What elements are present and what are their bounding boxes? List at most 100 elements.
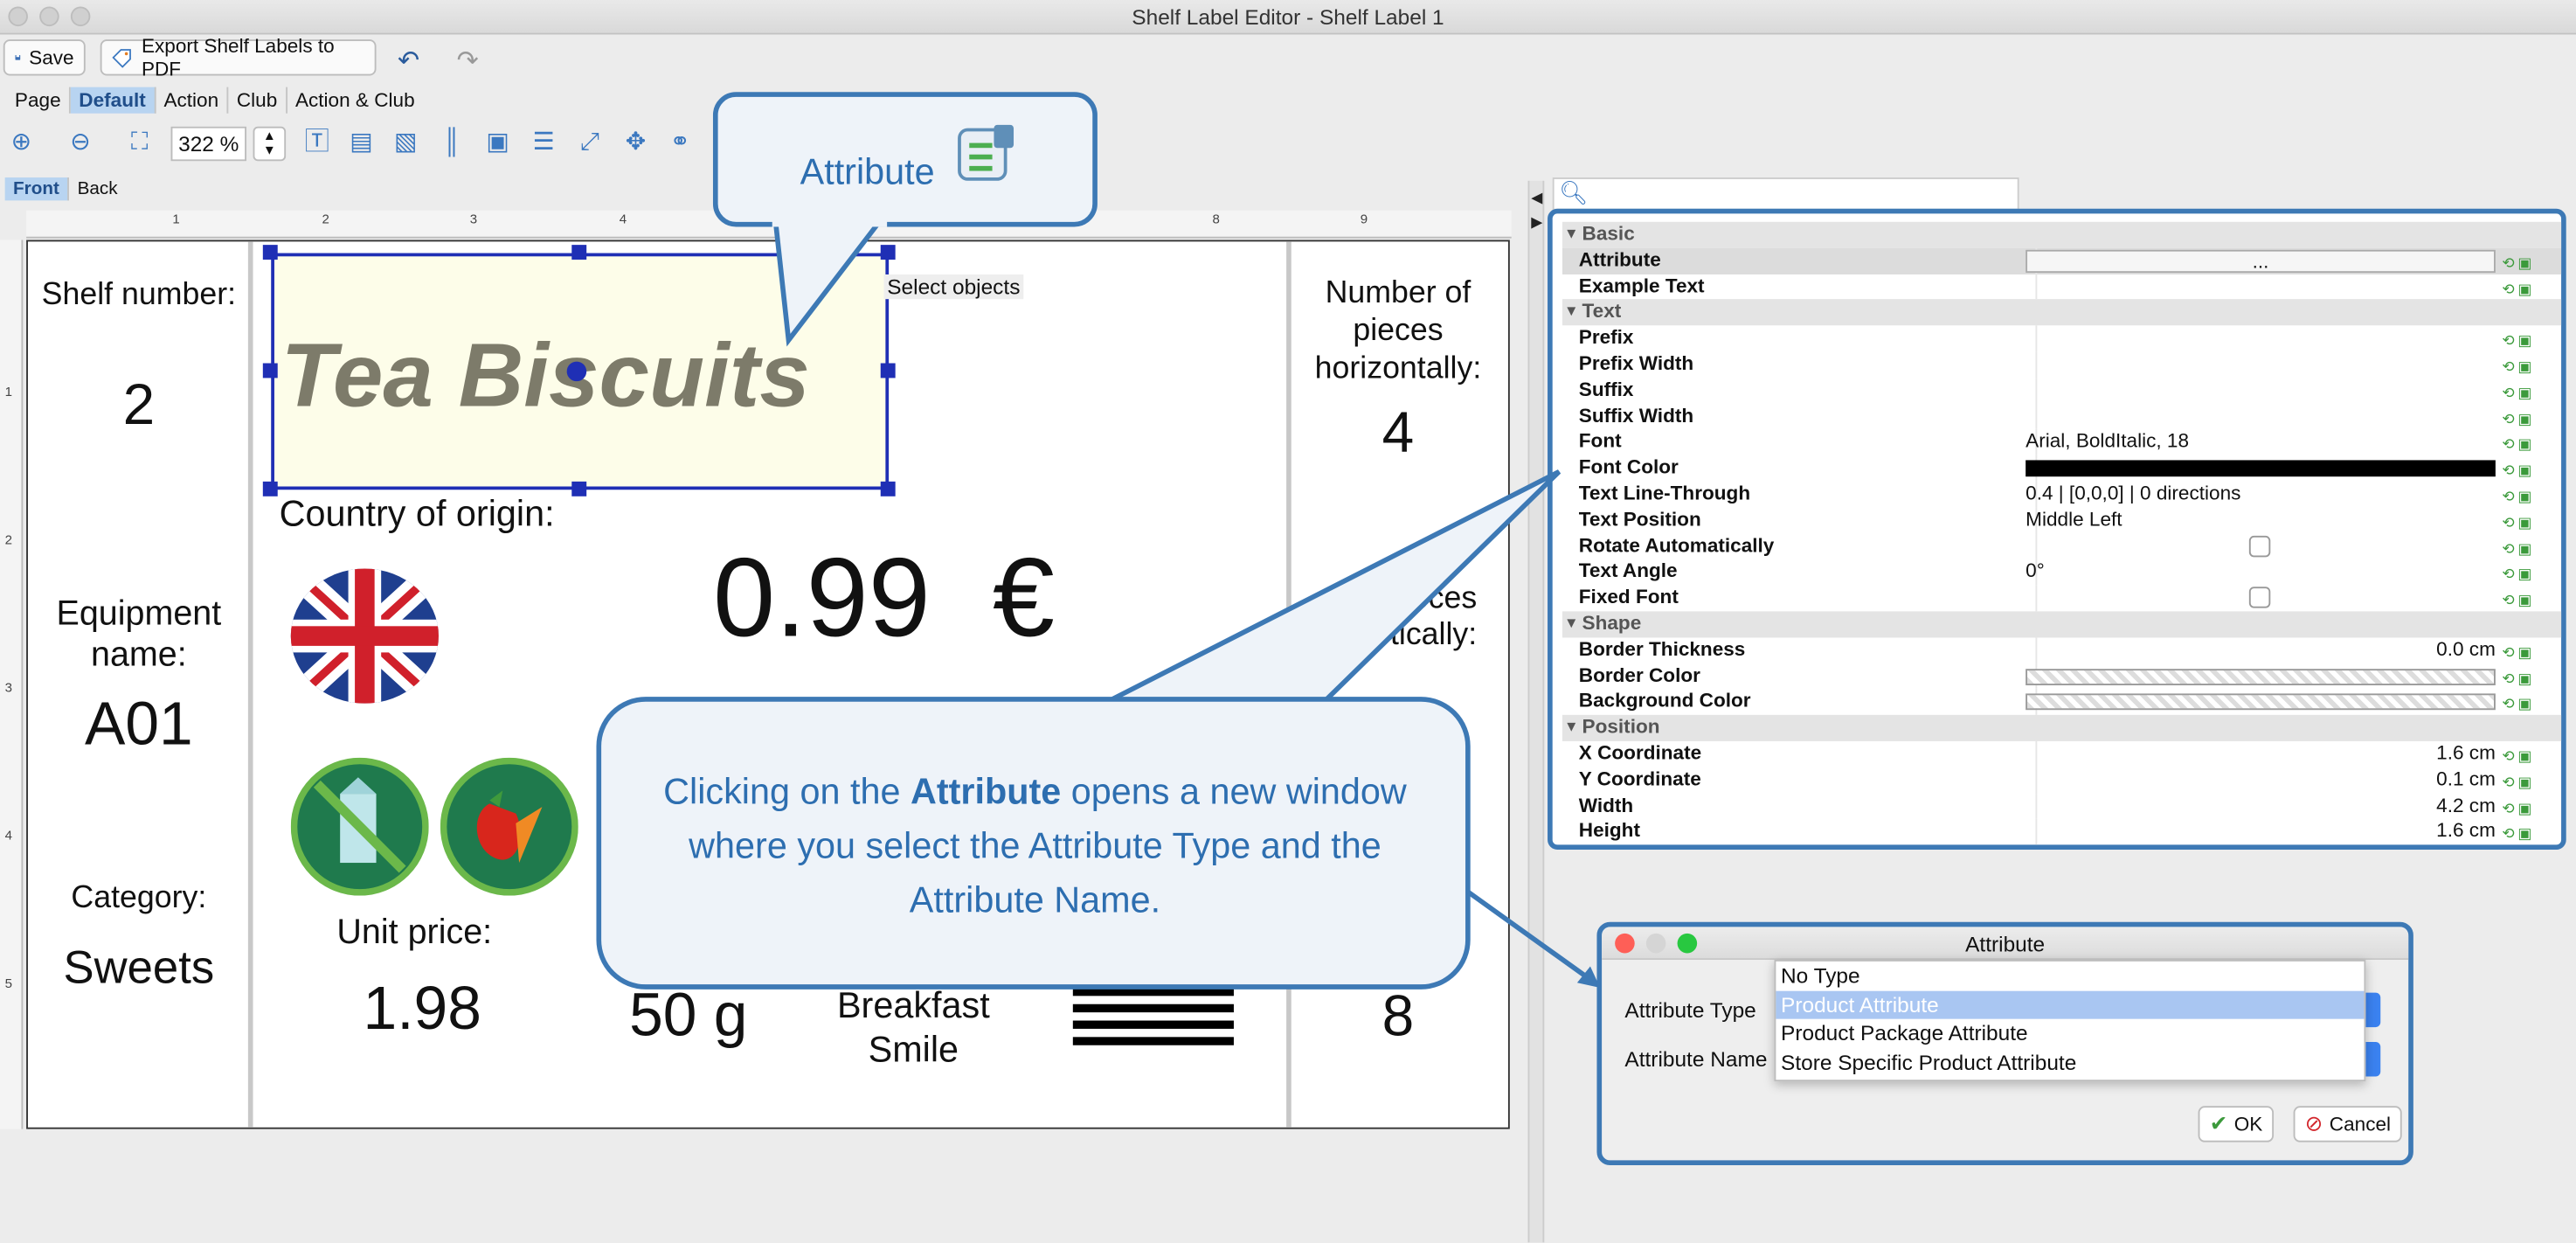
brand-value[interactable]: Breakfast Smile [823, 983, 1004, 1072]
no-milk-icon[interactable] [290, 757, 429, 896]
tab-back[interactable]: Back [69, 177, 126, 200]
line-object-icon[interactable]: ⤢ [575, 128, 605, 158]
property-row[interactable]: Suffix ⟲▣ [1562, 378, 2561, 404]
group-icon[interactable]: ⚭ [665, 128, 695, 158]
property-value[interactable]: 0.0 cm [2025, 637, 2496, 663]
property-row[interactable]: Border Thickness 0.0 cm ⟲▣ [1562, 637, 2561, 663]
property-checkbox[interactable] [2248, 587, 2271, 608]
property-search-input[interactable]: 🔍︎ [1552, 177, 2019, 211]
collapse-arrow-icon[interactable]: ◀ [1531, 189, 1542, 207]
property-group[interactable]: ▼ Shape [1562, 611, 2562, 638]
resize-handle[interactable] [880, 481, 896, 497]
color-swatch[interactable] [2025, 694, 2496, 711]
center-handle[interactable] [566, 361, 587, 382]
property-row[interactable]: Suffix Width ⟲▣ [1562, 403, 2561, 430]
property-row[interactable]: Prefix Width ⟲▣ [1562, 351, 2561, 378]
equipment-name-value[interactable]: A01 [36, 691, 241, 760]
property-row[interactable]: X Coordinate 1.6 cm ⟲▣ [1562, 740, 2561, 767]
image-object-icon[interactable]: ▧ [391, 128, 420, 158]
picture-attribute-icon[interactable]: ▣ [483, 128, 513, 158]
property-value[interactable]: 1.6 cm [2025, 741, 2496, 767]
property-row[interactable]: Width 4.2 cm ⟲▣ [1562, 793, 2561, 820]
attribute-type-dropdown[interactable]: No Type Product Attribute Product Packag… [1774, 959, 2366, 1082]
ok-button[interactable]: ✔ OK [2198, 1106, 2275, 1142]
category-label[interactable]: Category: [36, 881, 241, 917]
property-value[interactable]: Middle Left [2025, 508, 2496, 534]
expand-arrow-icon[interactable]: ▶ [1531, 213, 1542, 232]
category-value[interactable]: Sweets [36, 941, 241, 994]
zoom-level-field[interactable]: 322 % [170, 126, 247, 162]
disclosure-triangle-icon[interactable]: ▼ [1564, 715, 1579, 741]
attribute-value-button[interactable]: ... [2025, 249, 2496, 273]
reset-edit-icons[interactable]: ⟲▣ [2502, 823, 2535, 849]
property-row[interactable]: Example Text ⟲▣ [1562, 274, 2561, 300]
property-value[interactable]: 0° [2025, 559, 2496, 586]
disclosure-triangle-icon[interactable]: ▼ [1564, 222, 1579, 248]
zoom-stepper[interactable]: ▲ ▼ [253, 126, 287, 162]
shelf-number-value[interactable]: 2 [36, 373, 241, 439]
zoom-out-icon[interactable]: ⊖ [66, 128, 95, 158]
property-group[interactable]: ▼ Text [1562, 299, 2562, 326]
price-value[interactable]: 0.99 € [713, 534, 1055, 663]
property-row[interactable]: Prefix ⟲▣ [1562, 325, 2561, 352]
list-object-icon[interactable]: ☰ [529, 128, 558, 158]
property-value[interactable]: 1.6 cm [2025, 819, 2496, 845]
property-value[interactable]: 4.2 cm [2025, 793, 2496, 819]
property-row[interactable]: Attribute... ⟲▣ [1562, 247, 2562, 274]
vegetables-icon[interactable] [440, 757, 578, 896]
property-row[interactable]: Border Color ⟲▣ [1562, 663, 2561, 690]
redo-icon[interactable]: ↷ [457, 45, 479, 78]
property-row[interactable]: Y Coordinate 0.1 cm ⟲▣ [1562, 767, 2561, 794]
pieces-horizontally-value[interactable]: 4 [1296, 401, 1499, 467]
property-row[interactable]: Text Angle 0° ⟲▣ [1562, 559, 2561, 586]
text-object-icon[interactable]: 🅃 [302, 128, 332, 158]
property-row[interactable]: Rotate Automatically ⟲▣ [1562, 533, 2561, 559]
property-row[interactable]: Background Color ⟲▣ [1562, 689, 2561, 716]
equipment-name-label[interactable]: Equipment name: [36, 594, 241, 676]
tab-front[interactable]: Front [4, 177, 70, 201]
disclosure-triangle-icon[interactable]: ▼ [1564, 300, 1579, 326]
export-pdf-button[interactable]: Export Shelf Labels to PDF [100, 34, 377, 80]
property-group[interactable]: ▼ Position [1562, 715, 2562, 741]
disclosure-triangle-icon[interactable]: ▼ [1564, 611, 1579, 637]
tab-page[interactable]: Page [7, 87, 71, 114]
property-row[interactable]: Text Line-Through 0.4 | [0,0,0] | 0 direc… [1562, 481, 2561, 508]
resize-handle[interactable] [880, 363, 896, 378]
property-checkbox[interactable] [2248, 535, 2271, 557]
property-row[interactable]: Font Color ⟲▣ [1562, 455, 2561, 482]
tab-default[interactable]: Default [70, 87, 156, 114]
unit-price-label[interactable]: Unit price: [336, 913, 492, 953]
tab-action-club[interactable]: Action & Club [287, 87, 423, 114]
property-value[interactable]: 0.1 cm [2025, 767, 2496, 794]
property-value[interactable]: 0.4 | [0,0,0] | 0 directions [2025, 482, 2496, 508]
property-value[interactable]: Arial, BoldItalic, 18 [2025, 429, 2496, 455]
resize-handle[interactable] [262, 245, 278, 260]
fit-page-icon[interactable]: ⛶ [125, 128, 155, 158]
unit-price-value[interactable]: 1.98 [364, 975, 481, 1044]
resize-handle[interactable] [571, 245, 587, 260]
dropdown-option[interactable]: Store Specific Product Attribute [1776, 1048, 2364, 1077]
pieces-vertically-value[interactable]: 8 [1296, 984, 1499, 1050]
uk-flag-icon[interactable] [289, 567, 440, 705]
attribute-object-icon[interactable]: ▤ [347, 128, 377, 158]
save-button[interactable]: Save [3, 39, 86, 76]
cancel-button[interactable]: ⊘ Cancel [2293, 1106, 2403, 1142]
tab-club[interactable]: Club [228, 87, 287, 114]
dropdown-option[interactable]: No Type [1776, 962, 2364, 990]
font-color-swatch[interactable] [2025, 460, 2496, 477]
color-swatch[interactable] [2025, 668, 2496, 685]
dropdown-option-selected[interactable]: Product Attribute [1776, 990, 2365, 1019]
resize-handle[interactable] [262, 481, 278, 497]
undo-icon[interactable]: ↶ [398, 45, 419, 78]
property-row[interactable]: Fixed Font ⟲▣ [1562, 585, 2561, 612]
move-icon[interactable]: ✥ [621, 128, 651, 158]
zoom-in-icon[interactable]: ⊕ [7, 128, 37, 158]
country-of-origin-label[interactable]: Country of origin: [280, 493, 555, 536]
barcode-icon[interactable] [1072, 984, 1237, 1050]
property-row[interactable]: Font Arial, BoldItalic, 18 ⟲▣ [1562, 429, 2561, 456]
shelf-number-label[interactable]: Shelf number: [36, 278, 241, 314]
tab-action[interactable]: Action [156, 87, 229, 114]
pieces-horizontally-label[interactable]: Number of pieces horizontally: [1296, 274, 1499, 388]
property-row[interactable]: Height 1.6 cm ⟲▣ [1562, 819, 2561, 845]
barcode-object-icon[interactable]: ║ [437, 128, 467, 158]
